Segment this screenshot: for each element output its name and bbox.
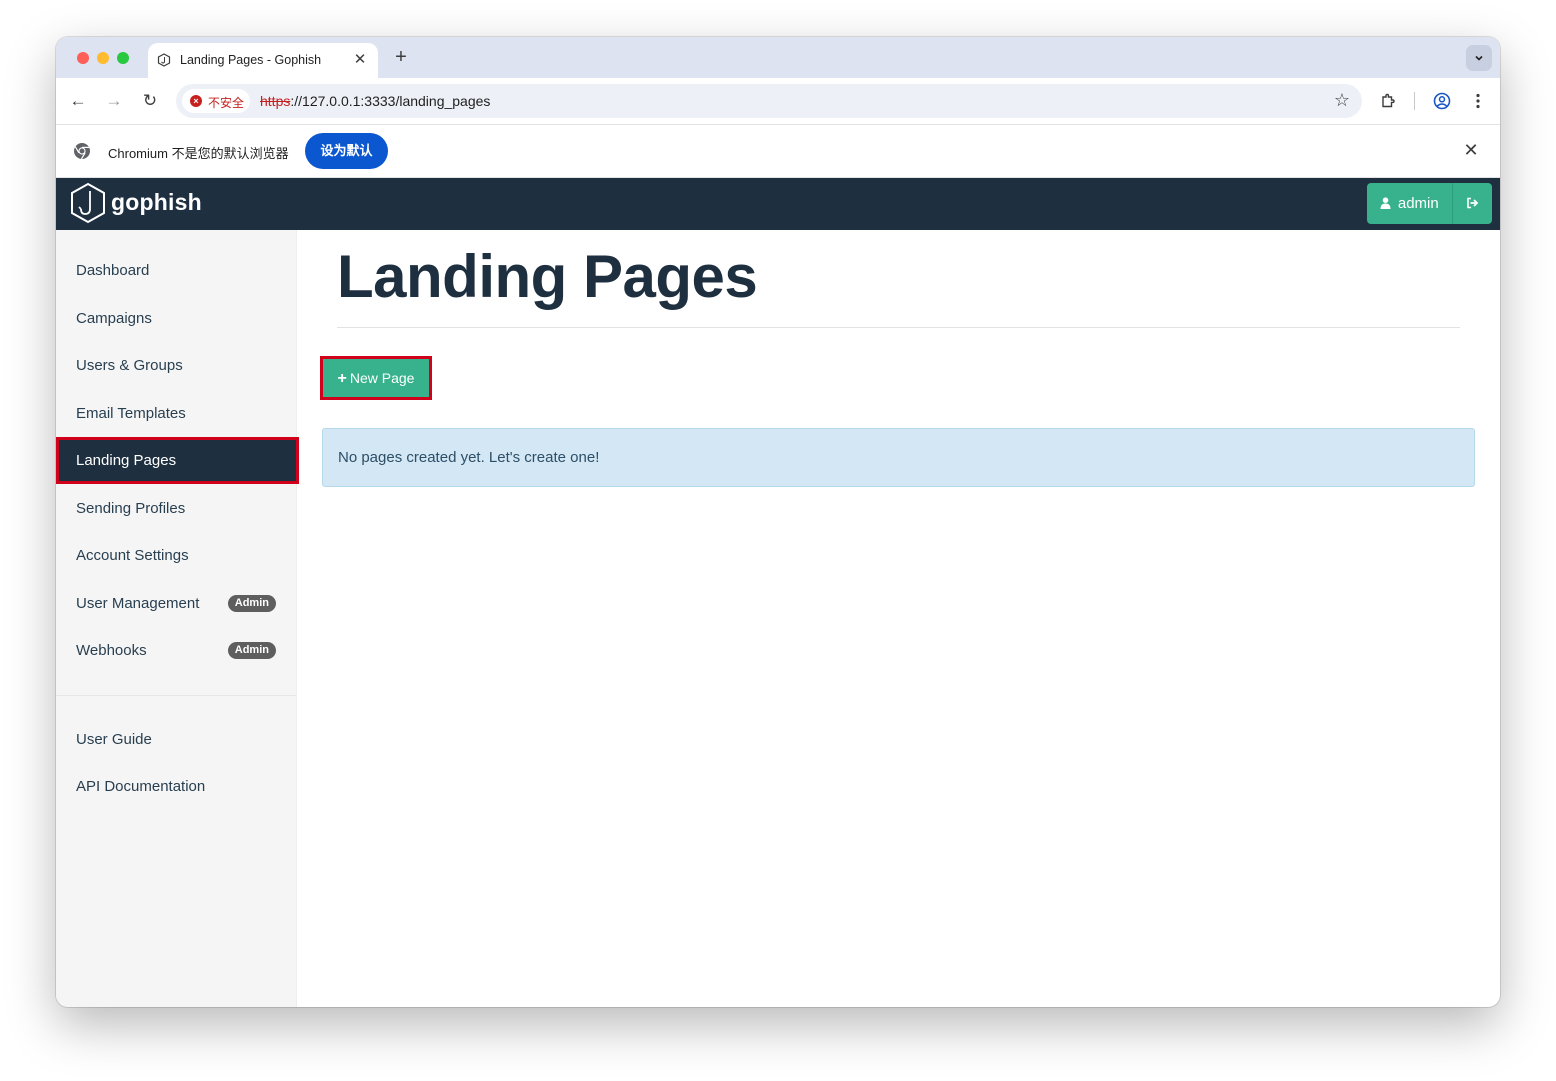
empty-state-alert: No pages created yet. Let's create one! (322, 428, 1475, 487)
sign-out-icon (1467, 197, 1479, 209)
browser-menu-icon[interactable] (1466, 89, 1490, 113)
admin-user-button[interactable]: admin (1367, 183, 1452, 224)
chevron-down-icon (1475, 55, 1483, 61)
title-divider (337, 327, 1460, 328)
sidebar-item-label: API Documentation (76, 778, 206, 795)
account-circle-icon (1433, 92, 1451, 110)
puzzle-icon (1382, 93, 1395, 108)
page-title: Landing Pages (337, 243, 758, 310)
sidebar-item-label: User Guide (76, 731, 152, 748)
gophish-logo-icon[interactable] (69, 182, 107, 224)
gophish-favicon-icon (157, 53, 171, 67)
sidebar-item-webhooks[interactable]: Webhooks Admin (56, 627, 296, 674)
reload-button[interactable]: ↻ (138, 89, 162, 113)
brand-name[interactable]: gophish (111, 189, 202, 216)
minimize-window-button[interactable] (97, 52, 109, 64)
sidebar-divider (56, 695, 296, 696)
maximize-window-button[interactable] (117, 52, 129, 64)
insecure-label: 不安全 (208, 96, 245, 110)
sidebar-item-users-groups[interactable]: Users & Groups (56, 342, 296, 389)
sidebar-item-email-templates[interactable]: Email Templates (56, 390, 296, 437)
sidebar: Dashboard Campaigns Users & Groups Email… (56, 230, 299, 1007)
sidebar-item-label: Landing Pages (76, 452, 177, 469)
extensions-icon[interactable] (1376, 89, 1400, 113)
new-tab-button[interactable]: + (390, 46, 412, 68)
tab-search-chevron-icon[interactable] (1466, 45, 1492, 71)
infobar-message: Chromium 不是您的默认浏览器 (108, 146, 289, 161)
sidebar-item-label: Email Templates (76, 405, 186, 422)
tab-landing-pages[interactable]: Landing Pages - Gophish ✕ (148, 43, 378, 78)
close-window-button[interactable] (77, 52, 89, 64)
default-browser-infobar: Chromium 不是您的默认浏览器 设为默认 ✕ (56, 125, 1500, 178)
new-page-button[interactable]: + New Page (320, 356, 432, 400)
bookmark-star-icon[interactable]: ☆ (1334, 90, 1350, 111)
sidebar-item-label: Webhooks (76, 642, 147, 659)
admin-badge: Admin (227, 595, 276, 612)
url-path: ://127.0.0.1:3333/landing_pages (290, 93, 491, 109)
sidebar-item-campaigns[interactable]: Campaigns (56, 295, 296, 342)
new-page-label: New Page (349, 370, 415, 386)
browser-toolbar: ← → ↻ × 不安全 https://127.0.0.1:3333/landi… (56, 78, 1500, 125)
sidebar-item-landing-pages[interactable]: Landing Pages (56, 437, 299, 484)
sidebar-item-sending-profiles[interactable]: Sending Profiles (56, 485, 296, 532)
sidebar-item-label: Campaigns (76, 310, 152, 327)
admin-label: admin (1397, 195, 1439, 212)
sidebar-item-user-guide[interactable]: User Guide (56, 716, 296, 763)
app-navbar: gophish admin (56, 178, 1500, 230)
plus-icon: + (337, 370, 347, 387)
kebab-menu-icon (1476, 93, 1480, 109)
insecure-warning-icon: × (190, 95, 202, 107)
forward-button[interactable]: → (102, 89, 126, 113)
sidebar-item-api-documentation[interactable]: API Documentation (56, 763, 296, 810)
sidebar-item-label: Account Settings (76, 547, 189, 564)
logout-button[interactable] (1452, 183, 1492, 224)
sidebar-item-label: User Management (76, 595, 200, 612)
security-chip[interactable]: × 不安全 (182, 89, 250, 113)
sidebar-item-label: Sending Profiles (76, 500, 186, 517)
tab-strip: Landing Pages - Gophish ✕ + (56, 37, 1500, 78)
url-text[interactable]: https://127.0.0.1:3333/landing_pages (260, 93, 490, 109)
sidebar-item-label: Dashboard (76, 262, 150, 279)
user-icon (1380, 196, 1395, 211)
profile-icon[interactable] (1430, 89, 1454, 113)
sidebar-item-dashboard[interactable]: Dashboard (56, 247, 296, 294)
set-default-button[interactable]: 设为默认 (305, 133, 388, 169)
sidebar-item-label: Users & Groups (76, 357, 183, 374)
browser-window: Landing Pages - Gophish ✕ + ← → ↻ × 不安全 … (56, 37, 1500, 1007)
tab-close-icon[interactable]: ✕ (350, 50, 370, 70)
chromium-logo-icon (74, 143, 90, 160)
infobar-close-icon[interactable]: ✕ (1460, 139, 1482, 161)
url-scheme: https (260, 93, 291, 109)
sidebar-item-user-management[interactable]: User Management Admin (56, 580, 296, 627)
admin-badge: Admin (227, 642, 276, 659)
back-button[interactable]: ← (66, 89, 90, 113)
sidebar-item-account-settings[interactable]: Account Settings (56, 532, 296, 579)
toolbar-separator (1414, 92, 1415, 110)
address-bar[interactable]: × 不安全 https://127.0.0.1:3333/landing_pag… (176, 84, 1362, 118)
tab-title: Landing Pages - Gophish (180, 53, 322, 67)
